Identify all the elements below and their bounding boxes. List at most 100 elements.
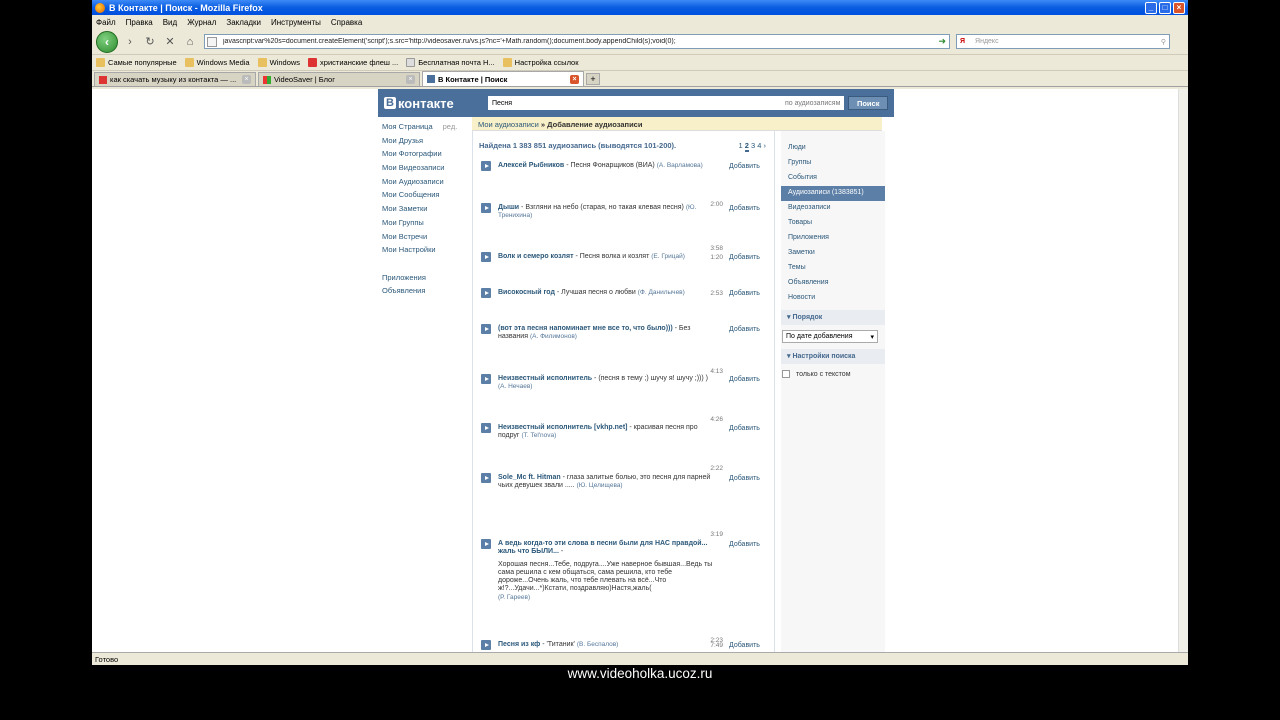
reload-button[interactable]: ↻ bbox=[142, 34, 158, 50]
audio-uploader[interactable]: (А. Филимонов) bbox=[530, 333, 577, 340]
close-tab-icon[interactable]: × bbox=[570, 74, 579, 84]
menu-tools[interactable]: Инструменты bbox=[271, 18, 321, 27]
audio-uploader[interactable]: (В. Беспалов) bbox=[577, 641, 618, 648]
audio-artist[interactable]: Песня из кф bbox=[498, 641, 540, 648]
yandex-icon[interactable]: Я bbox=[960, 38, 965, 45]
tab-item[interactable]: VideoSaver | Блог × bbox=[258, 72, 420, 86]
bookmark-item[interactable]: Бесплатная почта H... bbox=[406, 58, 495, 67]
breadcrumb-link[interactable]: Мои аудиозаписи bbox=[478, 120, 539, 129]
bookmark-item[interactable]: Самые популярные bbox=[96, 58, 177, 67]
vk-menu-item[interactable]: Мои Фотографии bbox=[382, 149, 472, 163]
audio-uploader[interactable]: (Р. Гареев) bbox=[498, 594, 530, 601]
bookmark-item[interactable]: Windows Media bbox=[184, 58, 250, 67]
order-header[interactable]: ▾ Порядок bbox=[781, 310, 885, 325]
audio-artist[interactable]: Неизвестный исполнитель [vkhp.net] bbox=[498, 424, 627, 431]
bookmark-item[interactable]: Настройка ссылок bbox=[502, 58, 578, 67]
search-category-item[interactable]: Аудиозаписи (1383851) bbox=[781, 186, 885, 201]
search-category-item[interactable]: Новости bbox=[781, 291, 885, 306]
add-audio-link[interactable]: Добавить bbox=[729, 254, 760, 261]
page-link[interactable]: 4 bbox=[757, 141, 761, 150]
audio-artist[interactable]: Високосный год bbox=[498, 289, 555, 296]
new-tab-button[interactable]: + bbox=[586, 73, 600, 85]
play-icon[interactable] bbox=[481, 374, 491, 384]
vk-menu-item[interactable]: Мои Заметки bbox=[382, 204, 472, 218]
add-audio-link[interactable]: Добавить bbox=[729, 205, 760, 212]
vk-menu-item[interactable]: Мои Встречи bbox=[382, 232, 472, 246]
play-icon[interactable] bbox=[481, 423, 491, 433]
page-next[interactable]: › bbox=[764, 141, 767, 150]
vk-menu-item[interactable]: Объявления bbox=[382, 286, 472, 300]
play-icon[interactable] bbox=[481, 539, 491, 549]
play-icon[interactable] bbox=[481, 288, 491, 298]
close-tab-icon[interactable]: × bbox=[406, 75, 415, 84]
menu-view[interactable]: Вид bbox=[163, 18, 177, 27]
search-category-item[interactable]: Группы bbox=[781, 156, 885, 171]
bookmark-item[interactable]: христианские флеш ... bbox=[308, 58, 398, 67]
play-icon[interactable] bbox=[481, 473, 491, 483]
search-category-item[interactable]: Товары bbox=[781, 216, 885, 231]
play-icon[interactable] bbox=[481, 640, 491, 650]
vk-logo[interactable]: Вконтакте bbox=[384, 96, 483, 111]
search-category-item[interactable]: Объявления bbox=[781, 276, 885, 291]
search-category-item[interactable]: Заметки bbox=[781, 246, 885, 261]
add-audio-link[interactable]: Добавить bbox=[729, 642, 760, 649]
vk-menu-item[interactable]: Мои Настройки bbox=[382, 245, 472, 259]
audio-artist[interactable]: Алексей Рыбников bbox=[498, 162, 564, 169]
vk-menu-item[interactable]: Мои Видеозаписи bbox=[382, 163, 472, 177]
add-audio-link[interactable]: Добавить bbox=[729, 475, 760, 482]
add-audio-link[interactable]: Добавить bbox=[729, 541, 760, 548]
close-window-button[interactable]: × bbox=[1173, 1, 1185, 14]
add-audio-link[interactable]: Добавить bbox=[729, 290, 760, 297]
vk-search-button[interactable]: Поиск bbox=[848, 96, 888, 110]
search-category-item[interactable]: Темы bbox=[781, 261, 885, 276]
audio-artist[interactable]: Sole_Mc ft. Hitman bbox=[498, 474, 561, 481]
audio-artist[interactable]: А ведь когда-то эти слова в песни были д… bbox=[498, 540, 707, 555]
search-bar[interactable]: Я Яндекс ⚲ bbox=[956, 34, 1170, 49]
audio-artist[interactable]: Неизвестный исполнитель bbox=[498, 375, 592, 382]
page-link[interactable]: 3 bbox=[751, 141, 755, 150]
address-bar[interactable]: javascript:var%20s=document.createElemen… bbox=[204, 34, 950, 49]
vk-menu-item[interactable]: Мои Друзья bbox=[382, 136, 472, 150]
play-icon[interactable] bbox=[481, 324, 491, 334]
stop-button[interactable]: ✕ bbox=[162, 34, 178, 50]
maximize-button[interactable]: □ bbox=[1159, 1, 1171, 14]
audio-uploader[interactable]: (Т. Tel'nova) bbox=[521, 432, 556, 439]
edit-link[interactable]: ред. bbox=[443, 122, 458, 131]
only-text-checkbox[interactable]: только с текстом bbox=[782, 370, 885, 378]
add-audio-link[interactable]: Добавить bbox=[729, 376, 760, 383]
add-audio-link[interactable]: Добавить bbox=[729, 425, 760, 432]
audio-uploader[interactable]: (Ф. Данилычев) bbox=[638, 289, 685, 296]
audio-uploader[interactable]: (Е. Грицай) bbox=[651, 253, 685, 260]
search-category-item[interactable]: Люди bbox=[781, 141, 885, 156]
search-settings-header[interactable]: ▾ Настройки поиска bbox=[781, 349, 885, 364]
vk-menu-item[interactable]: Мои Группы bbox=[382, 218, 472, 232]
search-category-item[interactable]: Видеозаписи bbox=[781, 201, 885, 216]
play-icon[interactable] bbox=[481, 252, 491, 262]
home-button[interactable]: ⌂ bbox=[182, 34, 198, 50]
menu-history[interactable]: Журнал bbox=[187, 18, 216, 27]
add-audio-link[interactable]: Добавить bbox=[729, 163, 760, 170]
menu-bookmarks[interactable]: Закладки bbox=[226, 18, 261, 27]
vk-menu-item[interactable]: Мои Аудиозаписи bbox=[382, 177, 472, 191]
play-icon[interactable] bbox=[481, 203, 491, 213]
vk-search-input[interactable]: Песня по аудиозаписям bbox=[487, 96, 845, 110]
vk-menu-item[interactable]: Моя Страница ред. bbox=[382, 122, 472, 136]
menu-file[interactable]: Файл bbox=[96, 18, 116, 27]
search-magnifier-icon[interactable]: ⚲ bbox=[1161, 38, 1166, 46]
vertical-scrollbar[interactable] bbox=[1178, 89, 1188, 652]
back-button[interactable]: ‹ bbox=[96, 30, 118, 53]
sort-select[interactable]: По дате добавления ▾ bbox=[782, 330, 878, 343]
tab-item[interactable]: как скачать музыку из контакта — ... × bbox=[94, 72, 256, 86]
checkbox[interactable] bbox=[782, 370, 790, 378]
audio-artist[interactable]: Дыши bbox=[498, 204, 519, 211]
search-category-item[interactable]: Приложения bbox=[781, 231, 885, 246]
forward-button[interactable]: › bbox=[122, 34, 138, 50]
vk-menu-item[interactable]: Приложения bbox=[382, 273, 472, 287]
bookmark-item[interactable]: Windows bbox=[257, 58, 300, 67]
close-tab-icon[interactable]: × bbox=[242, 75, 251, 84]
search-category-item[interactable]: События bbox=[781, 171, 885, 186]
page-link[interactable]: 1 bbox=[738, 141, 742, 150]
tab-item-active[interactable]: В Контакте | Поиск × bbox=[422, 71, 584, 86]
menu-help[interactable]: Справка bbox=[331, 18, 362, 27]
go-arrow-icon[interactable]: ➜ bbox=[938, 36, 946, 47]
